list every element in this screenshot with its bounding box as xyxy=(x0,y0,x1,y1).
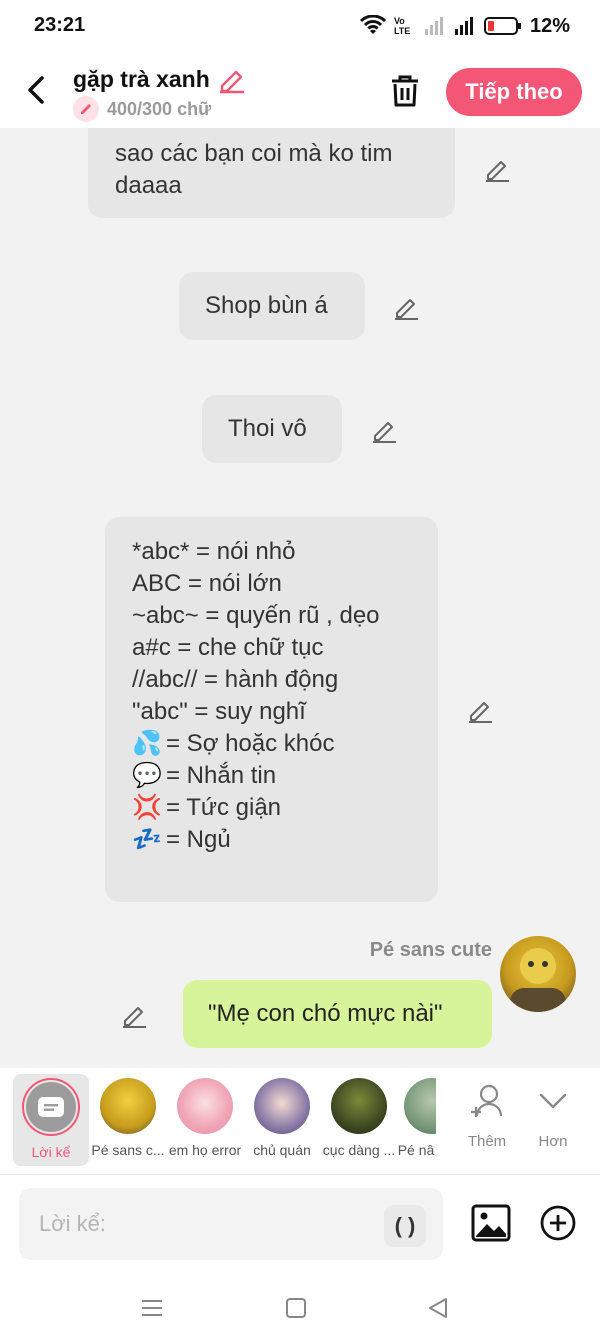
legend-line: //abc// = hành động xyxy=(132,666,339,693)
avatar xyxy=(331,1078,387,1134)
sender-name: Pé sans cute xyxy=(369,939,492,961)
message-bubble[interactable]: Shop bùn á xyxy=(179,272,365,340)
signal-weak-icon xyxy=(424,17,443,35)
legend-line: 💦 = Sợ hoặc khóc xyxy=(132,728,438,760)
header: gặp trà xanh 400/300 chữ Tiếp theo xyxy=(0,56,600,128)
character-label: Pé nâ xyxy=(397,1142,435,1158)
status-icons: Vo LTE 12% xyxy=(359,12,570,40)
sweat-drops-icon: 💦 xyxy=(132,730,162,757)
more-button[interactable]: Hơn xyxy=(523,1082,583,1150)
avatar xyxy=(404,1078,436,1134)
sent-message-bubble[interactable]: "Mẹ con chó mực nài" xyxy=(183,980,492,1048)
message-bubble[interactable]: sao các bạn coi mà ko tim daaaa xyxy=(88,128,455,218)
narrator-icon xyxy=(38,1097,64,1117)
edit-message-icon[interactable] xyxy=(120,1001,148,1029)
next-button[interactable]: Tiếp theo xyxy=(446,68,582,116)
story-title[interactable]: gặp trà xanh xyxy=(73,66,210,93)
message-bubble-legend[interactable]: *abc* = nói nhỏ ABC = nói lớn ~abc~ = qu… xyxy=(105,517,438,902)
add-label: Thêm xyxy=(467,1133,507,1150)
character-label: Lời kể xyxy=(31,1144,71,1160)
zzz-icon: 💤 xyxy=(132,826,162,853)
character-label: cục dàng ... xyxy=(322,1142,396,1158)
legend-line: a#c = che chữ tục xyxy=(132,634,324,661)
legend-line: *abc* = nói nhỏ xyxy=(132,538,296,565)
title-row[interactable]: gặp trà xanh xyxy=(73,64,246,94)
character-owner[interactable]: chủ quán xyxy=(242,1074,322,1158)
add-user-icon xyxy=(471,1084,503,1117)
avatar xyxy=(177,1078,233,1134)
speech-bubble-icon: 💬 xyxy=(132,762,162,789)
legend-line: 💤 = Ngủ xyxy=(132,824,438,856)
character-label: Pé sans c... xyxy=(91,1142,165,1158)
avatar xyxy=(100,1078,156,1134)
chat-area[interactable]: sao các bạn coi mà ko tim daaaa Shop bùn… xyxy=(0,128,600,1068)
legend-text: = Tức giận xyxy=(166,794,282,821)
input-placeholder: Lời kể: xyxy=(39,1211,107,1236)
wifi-icon xyxy=(359,15,386,34)
edit-message-icon[interactable] xyxy=(466,696,494,724)
character-pe-na[interactable]: Pé nâ xyxy=(396,1074,436,1158)
home-icon[interactable] xyxy=(284,1296,308,1320)
status-bar: 23:21 Vo LTE 12% xyxy=(0,0,600,56)
legend-line: 💬 = Nhắn tin xyxy=(132,760,438,792)
action-paren-button[interactable]: ( ) xyxy=(384,1205,426,1247)
battery-icon xyxy=(483,17,521,35)
character-label: chủ quán xyxy=(253,1142,311,1158)
add-character-button[interactable]: Thêm xyxy=(457,1082,517,1150)
message-bubble[interactable]: Thoi vô xyxy=(202,395,342,463)
legend-text: = Sợ hoặc khóc xyxy=(166,730,335,757)
back-nav-icon[interactable] xyxy=(426,1296,450,1320)
system-nav-bar xyxy=(0,1270,600,1343)
add-icon[interactable] xyxy=(540,1205,576,1241)
character-sans[interactable]: Pé sans c... xyxy=(88,1074,168,1158)
trash-icon[interactable] xyxy=(386,72,424,110)
character-narrator[interactable]: Lời kể xyxy=(13,1074,89,1166)
volte-icon: Vo LTE xyxy=(393,16,411,36)
legend-line: 💢 = Tức giận xyxy=(132,792,438,824)
edit-message-icon[interactable] xyxy=(483,155,511,183)
word-count: 400/300 chữ xyxy=(107,98,212,119)
character-cuc-dang[interactable]: cục dàng ... xyxy=(319,1074,399,1158)
word-count-row: 400/300 chữ xyxy=(73,96,211,122)
legend-text: = Ngủ xyxy=(166,826,231,853)
legend-line: ~abc~ = quyến rũ , dẹo xyxy=(132,602,380,629)
signal-icon xyxy=(454,17,473,35)
edit-message-icon[interactable] xyxy=(392,293,420,321)
edit-title-icon[interactable] xyxy=(216,64,246,94)
menu-icon[interactable] xyxy=(140,1296,164,1320)
status-time: 23:21 xyxy=(34,14,86,36)
pencil-icon xyxy=(73,96,99,122)
character-label: em họ error xyxy=(168,1142,242,1158)
image-icon[interactable] xyxy=(471,1203,511,1243)
character-selector: Lời kể Pé sans c... em họ error chủ quán… xyxy=(0,1068,600,1174)
legend-text: = Nhắn tin xyxy=(166,762,277,789)
back-icon[interactable] xyxy=(20,70,54,110)
narrator-avatar xyxy=(22,1078,80,1136)
anger-icon: 💢 xyxy=(132,794,162,821)
legend-line: ABC = nói lớn xyxy=(132,570,282,597)
avatar xyxy=(254,1078,310,1134)
character-error[interactable]: em họ error xyxy=(165,1074,245,1158)
input-area: Lời kể: ( ) xyxy=(0,1174,600,1270)
more-label: Hơn xyxy=(538,1133,568,1150)
legend-line: "abc" = suy nghĩ xyxy=(132,698,306,725)
chevron-down-icon xyxy=(539,1093,567,1109)
edit-message-icon[interactable] xyxy=(370,416,398,444)
avatar[interactable] xyxy=(500,936,576,1012)
battery-percent: 12% xyxy=(529,14,570,37)
